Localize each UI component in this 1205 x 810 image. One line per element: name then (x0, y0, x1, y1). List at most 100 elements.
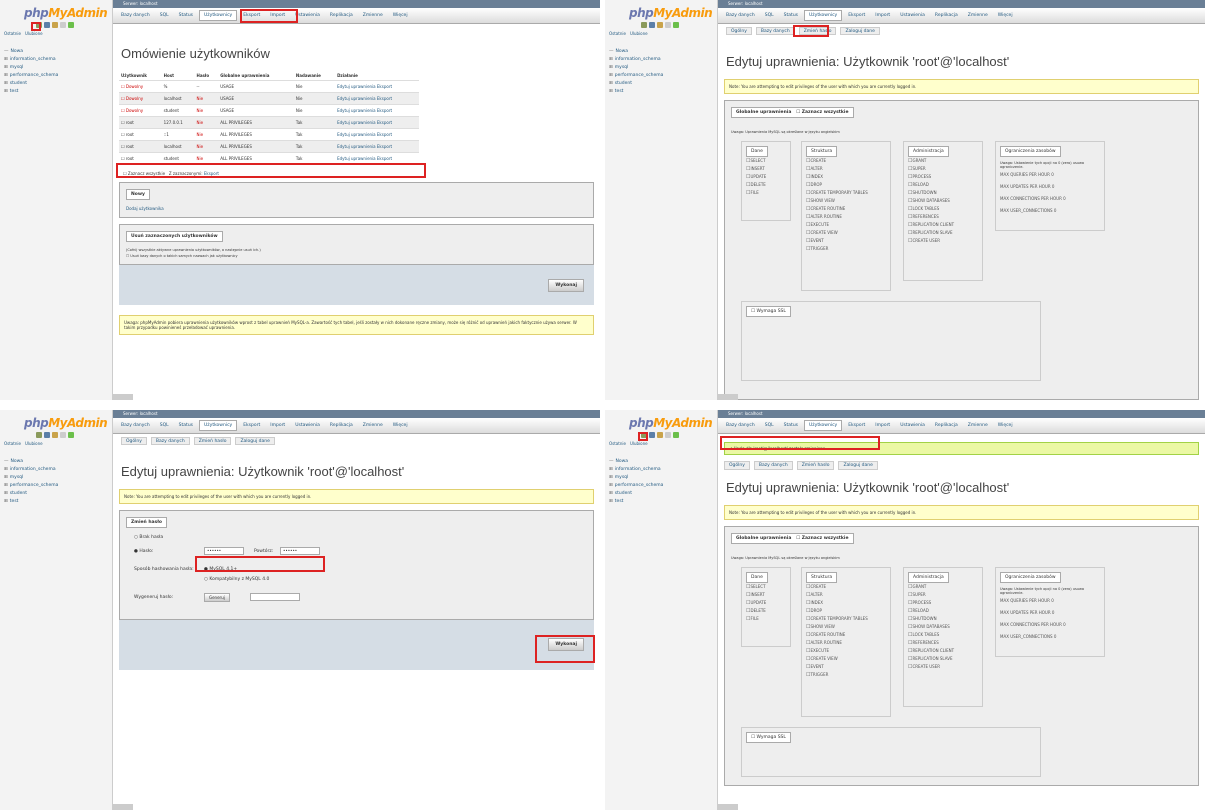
reload-icon[interactable] (68, 22, 74, 28)
menu-settings[interactable]: Ustawienia (896, 421, 929, 430)
menu-users[interactable]: Użytkownicy (199, 10, 238, 21)
menu-status[interactable]: Status (175, 11, 197, 20)
hash-mysql40[interactable]: ○ Kompatybilny z MySQL 4.0 (204, 577, 269, 582)
tree-item-test[interactable]: ⊞ test (4, 498, 108, 506)
table-row[interactable]: ☐ Dowolny student Nie USAGE Nie Edytuj uprawn… (119, 104, 419, 117)
menu-import[interactable]: Import (266, 11, 289, 20)
subtab-login-info[interactable]: Zaloguj dane (235, 437, 275, 445)
tree-item-test[interactable]: ⊞ test (609, 88, 713, 96)
subtab-general[interactable]: Ogólny (726, 27, 752, 35)
menu-import[interactable]: Import (266, 421, 289, 430)
menu-export[interactable]: Eksport (239, 11, 264, 20)
password-input[interactable]: •••••• (204, 547, 244, 555)
home-icon[interactable] (36, 432, 42, 438)
generate-button[interactable]: Generuj (204, 593, 230, 602)
tab-recent[interactable]: Ostatnie (609, 441, 626, 446)
home-icon[interactable] (641, 432, 647, 438)
tree-item-information-schema[interactable]: ⊞ information_schema (4, 56, 108, 64)
tree-item-information-schema[interactable]: ⊞ information_schema (4, 466, 108, 474)
menu-variables[interactable]: Zmienne (964, 11, 992, 20)
check-all-privs[interactable]: ☐ Zaznacz wszystkie (796, 536, 848, 541)
tree-item-mysql[interactable]: ⊞ mysql (4, 64, 108, 72)
menu-settings[interactable]: Ustawienia (291, 421, 324, 430)
table-row[interactable]: ☐ root::1 Nie ALL PRIVILEGES Tak Edytuj upra… (119, 128, 419, 141)
tree-item-mysql[interactable]: ⊞ mysql (609, 474, 713, 482)
generated-input[interactable] (250, 593, 300, 601)
database-icon[interactable] (649, 432, 655, 438)
tree-item-new[interactable]: — Nowa (609, 458, 713, 466)
tree-item-student[interactable]: ⊞ student (4, 490, 108, 498)
menu-users[interactable]: Użytkownicy (804, 10, 843, 21)
tab-recent[interactable]: Ostatnie (4, 441, 21, 446)
check-all-privs[interactable]: ☐ Zaznacz wszystkie (796, 110, 848, 115)
drop-db-checkbox[interactable]: ☐ Usuń bazy danych o takich samych nazwa… (126, 254, 587, 258)
table-row[interactable]: ☐ root 127.0.0.1 Nie ALL PRIVILEGES Tak Edytu… (119, 116, 419, 129)
menu-more[interactable]: Więcej (994, 421, 1017, 430)
tab-recent[interactable]: Ostatnie (609, 31, 626, 36)
menu-users[interactable]: Użytkownicy (804, 420, 843, 431)
settings-icon[interactable] (665, 432, 671, 438)
database-icon[interactable] (44, 22, 50, 28)
tree-item-performance-schema[interactable]: ⊞ performance_schema (609, 72, 713, 80)
menu-variables[interactable]: Zmienne (359, 11, 387, 20)
subtab-change-password[interactable]: Zmień hasło (798, 27, 837, 35)
tree-item-student[interactable]: ⊞ student (4, 80, 108, 88)
table-row-root-localhost[interactable]: ☐ root localhost Nie ALL PRIVILEGES Tak Edytu… (119, 140, 419, 153)
export-selected[interactable]: Eksport (204, 171, 219, 176)
menu-more[interactable]: Więcej (389, 421, 412, 430)
tree-item-test[interactable]: ⊞ test (609, 498, 713, 506)
menu-status[interactable]: Status (780, 421, 802, 430)
console-bar[interactable] (113, 804, 133, 810)
add-user-link[interactable]: Dodaj użytkownika (126, 206, 587, 211)
console-bar[interactable] (113, 394, 133, 400)
docs-icon[interactable] (52, 432, 58, 438)
check-all[interactable]: ☐ Zaznacz wszystkie (123, 171, 165, 176)
menu-more[interactable]: Więcej (389, 11, 412, 20)
go-button[interactable]: Wykonaj (548, 278, 584, 292)
tree-item-mysql[interactable]: ⊞ mysql (4, 474, 108, 482)
menu-status[interactable]: Status (175, 421, 197, 430)
table-row[interactable]: ☐ Dowolny% -- USAGE Nie Edytuj uprawnienia E… (119, 80, 419, 93)
pma-logo[interactable]: phpMyAdmin (24, 6, 108, 20)
home-icon[interactable] (36, 22, 42, 28)
menu-export[interactable]: Eksport (844, 11, 869, 20)
no-password-radio[interactable]: ○ Brak hasła (134, 535, 163, 540)
subtab-databases[interactable]: Bazy danych (150, 437, 190, 445)
docs-icon[interactable] (657, 22, 663, 28)
reload-icon[interactable] (673, 22, 679, 28)
menu-export[interactable]: Eksport (844, 421, 869, 430)
menu-import[interactable]: Import (871, 11, 894, 20)
menu-status[interactable]: Status (780, 11, 802, 20)
menu-replication[interactable]: Replikacja (326, 11, 357, 20)
password-radio[interactable]: ● Hasło: (134, 549, 153, 554)
settings-icon[interactable] (665, 22, 671, 28)
table-row[interactable]: ☐ root student Nie ALL PRIVILEGES Tak Edytuj … (119, 152, 419, 165)
tree-item-student[interactable]: ⊞ student (609, 80, 713, 88)
tree-item-information-schema[interactable]: ⊞ information_schema (609, 56, 713, 64)
subtab-change-password[interactable]: Zmień hasło (796, 461, 835, 470)
tree-item-performance-schema[interactable]: ⊞ performance_schema (4, 482, 108, 490)
menu-databases[interactable]: Bazy danych (722, 11, 759, 20)
docs-icon[interactable] (52, 22, 58, 28)
tree-item-test[interactable]: ⊞ test (4, 88, 108, 96)
tree-item-performance-schema[interactable]: ⊞ performance_schema (4, 72, 108, 80)
menu-databases[interactable]: Bazy danych (722, 421, 759, 430)
tab-favorites[interactable]: Ulubione (630, 31, 648, 36)
menu-export[interactable]: Eksport (239, 421, 264, 430)
tree-item-new[interactable]: — Nowa (4, 458, 108, 466)
reload-icon[interactable] (673, 432, 679, 438)
reload-icon[interactable] (68, 432, 74, 438)
home-icon[interactable] (641, 22, 647, 28)
console-bar[interactable] (718, 394, 738, 400)
menu-variables[interactable]: Zmienne (964, 421, 992, 430)
subtab-general[interactable]: Ogólny (724, 461, 750, 470)
subtab-login-info[interactable]: Zaloguj dane (838, 461, 878, 470)
console-bar[interactable] (718, 804, 738, 810)
hash-mysql41[interactable]: ● MySQL 4.1+ (204, 567, 237, 572)
tab-favorites[interactable]: Ulubione (630, 441, 648, 446)
retype-input[interactable]: •••••• (280, 547, 320, 555)
go-button[interactable]: Wykonaj (548, 638, 584, 651)
pma-logo[interactable]: phpMyAdmin (24, 416, 108, 430)
ssl-checkbox[interactable]: ☐ Wymaga SSL (746, 732, 791, 743)
pma-logo[interactable]: phpMyAdmin (629, 6, 713, 20)
